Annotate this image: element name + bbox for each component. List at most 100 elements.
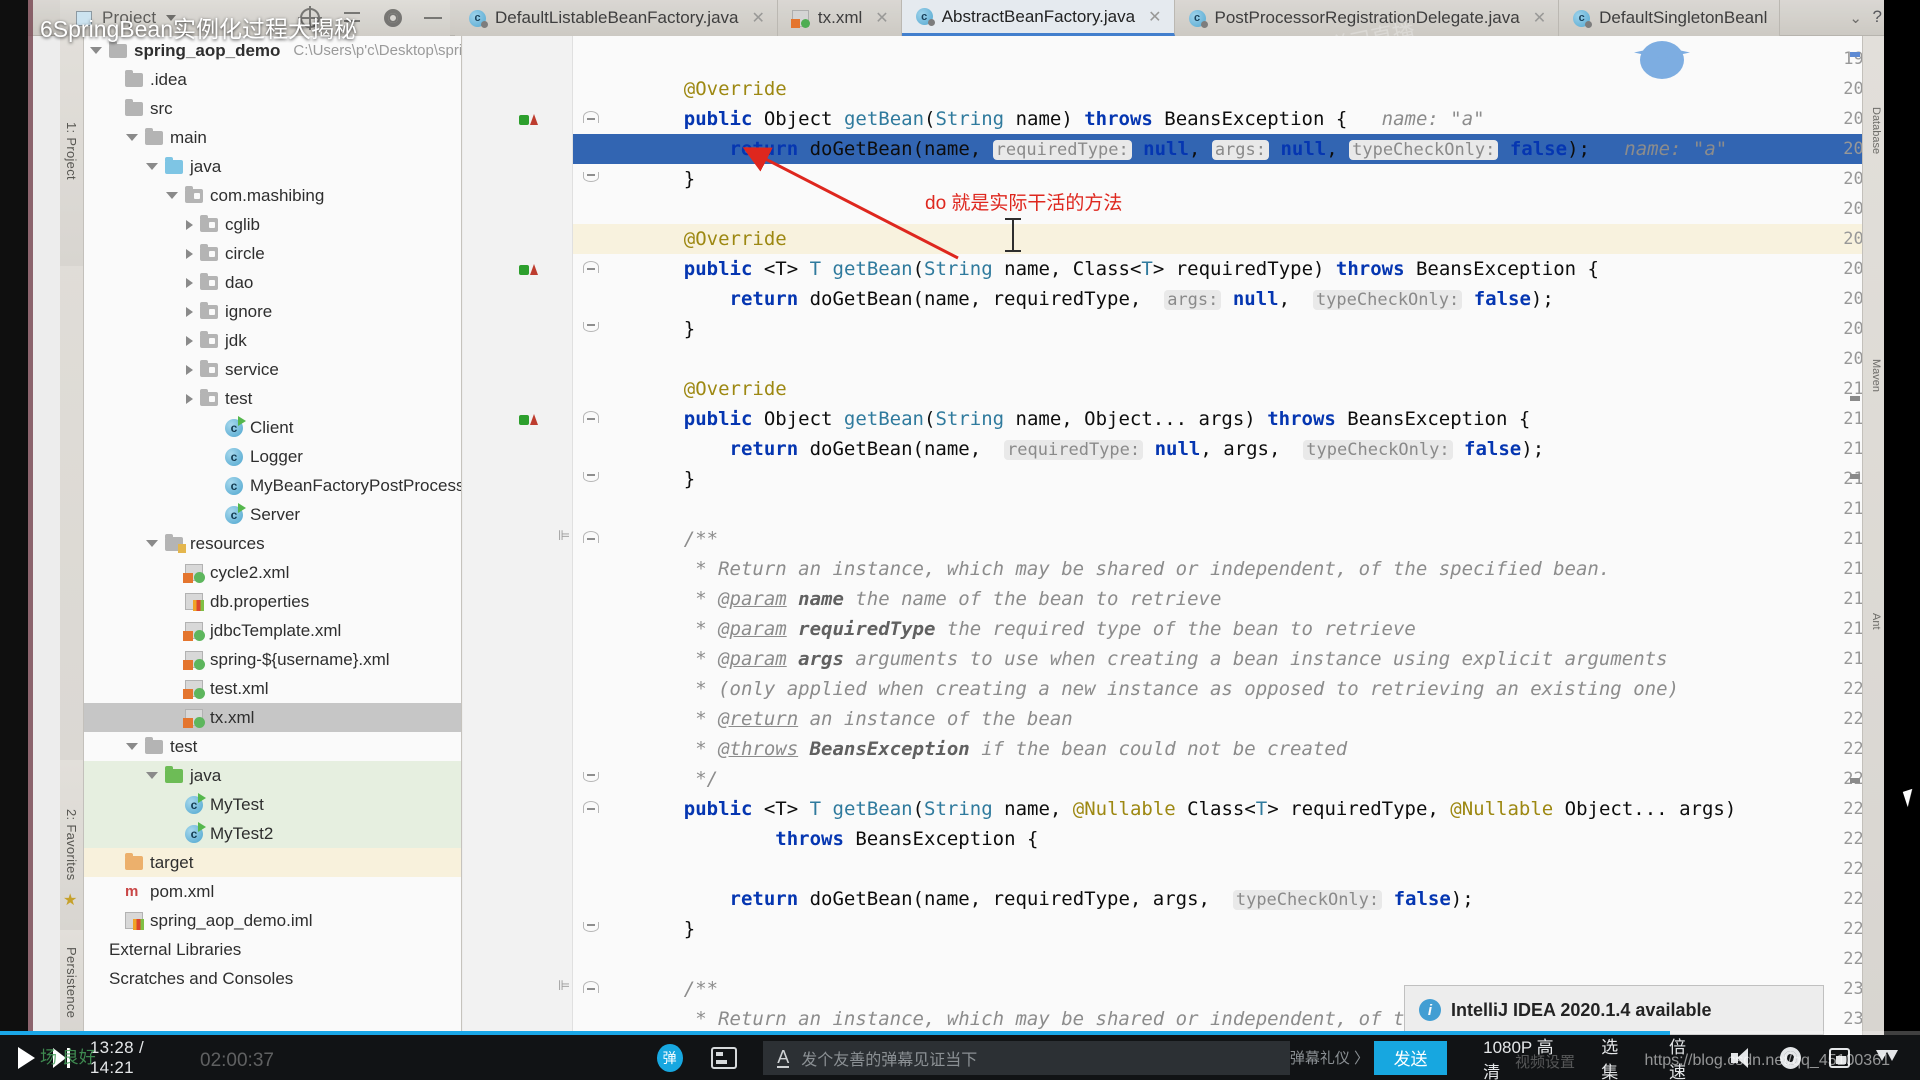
editor-fold-gutter[interactable] — [573, 36, 628, 1035]
project-tree[interactable]: spring_aop_demo C:\Users\p'c\Desktop\spri… — [84, 36, 462, 1035]
chevron-right-icon[interactable] — [186, 219, 193, 230]
code-line[interactable]: /** — [638, 524, 718, 554]
code-line[interactable]: public <T> T getBean(String name, @Nulla… — [638, 794, 1737, 824]
danmaku-settings-icon[interactable] — [710, 1046, 738, 1069]
tree-node-target[interactable]: target — [84, 848, 461, 877]
tree-node-ignore[interactable]: ignore — [84, 297, 461, 326]
tree-node-server[interactable]: c Server — [84, 500, 461, 529]
code-fold-icon[interactable] — [583, 111, 599, 123]
stripe-button-ant[interactable]: Ant — [1864, 596, 1882, 646]
breakpoint-icon[interactable] — [519, 264, 529, 275]
tree-node-external-libraries[interactable]: External Libraries — [84, 935, 461, 964]
tab-DefaultSingletonBean[interactable]: c DefaultSingletonBeanl — [1559, 0, 1781, 36]
tree-node-mytest2[interactable]: c MyTest2 — [84, 819, 461, 848]
stripe-button-maven[interactable]: Maven — [1864, 336, 1882, 416]
chevron-down-icon[interactable] — [146, 772, 158, 779]
gear-icon[interactable] — [384, 9, 402, 27]
tree-node-src[interactable]: src — [84, 94, 461, 123]
hide-toolwindow-icon[interactable] — [424, 17, 442, 19]
danmaku-input[interactable]: A 发个友善的弹幕见证当下 — [763, 1040, 1290, 1075]
tree-node-pom-xml[interactable]: m pom.xml — [84, 877, 461, 906]
chevron-down-icon[interactable] — [126, 134, 138, 141]
code-line[interactable]: * Return an instance, which may be share… — [638, 1004, 1416, 1034]
tree-node-test[interactable]: test — [84, 732, 461, 761]
chevron-down-icon[interactable] — [146, 163, 158, 170]
chevron-down-icon[interactable] — [90, 47, 102, 54]
tree-node-scratches-and-consoles[interactable]: Scratches and Consoles — [84, 964, 461, 993]
tree-node-com-mashibing[interactable]: com.mashibing — [84, 181, 461, 210]
code-line[interactable]: return doGetBean(name, requiredType: nul… — [638, 434, 1544, 464]
send-danmaku-button[interactable]: 发送 — [1374, 1040, 1448, 1075]
code-fold-icon[interactable] — [583, 801, 599, 813]
danmaku-etiquette-link[interactable]: 弹幕礼仪 〉 — [1290, 1047, 1369, 1068]
code-line[interactable]: return doGetBean(name, requiredType, arg… — [638, 284, 1554, 314]
tree-node-cycle2-xml[interactable]: cycle2.xml — [84, 558, 461, 587]
font-style-icon[interactable]: A — [777, 1048, 790, 1068]
tree-node--idea[interactable]: .idea — [84, 65, 461, 94]
tree-node-spring-username-xml[interactable]: spring-${username}.xml — [84, 645, 461, 674]
code-fold-icon[interactable] — [583, 472, 599, 482]
override-method-icon[interactable] — [530, 414, 538, 425]
chevron-down-icon[interactable] — [146, 540, 158, 547]
tree-node-service[interactable]: service — [84, 355, 461, 384]
tree-node-mytest[interactable]: c MyTest — [84, 790, 461, 819]
code-fold-icon[interactable] — [583, 261, 599, 273]
code-line[interactable]: return doGetBean(name, requiredType, arg… — [638, 884, 1474, 914]
breakpoint-icon[interactable] — [519, 414, 529, 425]
tab-overflow-chevron-icon[interactable]: ⌄ — [1849, 9, 1862, 27]
chevron-right-icon[interactable] — [186, 248, 193, 259]
tree-node-jdk[interactable]: jdk — [84, 326, 461, 355]
play-button[interactable] — [18, 1046, 35, 1069]
breakpoint-icon[interactable] — [519, 114, 529, 125]
stripe-button-project[interactable]: 1: Project — [60, 36, 84, 266]
code-line[interactable]: public Object getBean(String name, Objec… — [638, 404, 1531, 434]
chevron-right-icon[interactable] — [186, 393, 193, 404]
editor-gutter[interactable] — [463, 36, 573, 1035]
code-line[interactable]: public Object getBean(String name) throw… — [638, 104, 1485, 134]
tree-node-tx-xml[interactable]: tx.xml — [84, 703, 461, 732]
tree-node-db-properties[interactable]: db.properties — [84, 587, 461, 616]
code-line[interactable]: */ — [638, 764, 718, 794]
tree-node-cglib[interactable]: cglib — [84, 210, 461, 239]
code-line[interactable]: * @return an instance of the bean — [638, 704, 1073, 734]
code-line[interactable]: @Override — [638, 74, 787, 104]
chevron-right-icon[interactable] — [186, 306, 193, 317]
editor-scrollbar[interactable] — [1848, 36, 1860, 1035]
tree-node-java[interactable]: java — [84, 152, 461, 181]
override-method-icon[interactable] — [530, 264, 538, 275]
chevron-right-icon[interactable] — [186, 364, 193, 375]
episode-list-button[interactable]: 选集 — [1601, 1033, 1633, 1080]
chevron-right-icon[interactable] — [186, 335, 193, 346]
tree-node-mybeanfactorypostprocessor[interactable]: c MyBeanFactoryPostProcessor — [84, 471, 461, 500]
danmaku-toggle-icon[interactable]: 弹 — [656, 1043, 683, 1072]
code-fold-icon[interactable] — [583, 772, 599, 782]
tree-node-resources[interactable]: resources — [84, 529, 461, 558]
code-line[interactable]: throws BeansException { — [638, 824, 1038, 854]
tree-node-java[interactable]: java — [84, 761, 461, 790]
gutter-markers[interactable] — [519, 404, 547, 434]
code-fold-icon[interactable] — [583, 172, 599, 182]
code-line[interactable]: * @param requiredType the required type … — [638, 614, 1416, 644]
tab-tx-xml[interactable]: tx.xml ✕ — [777, 0, 902, 36]
stripe-button-database[interactable]: Database — [1864, 76, 1882, 186]
code-line[interactable]: * Return an instance, which may be share… — [638, 554, 1610, 584]
gutter-markers[interactable] — [519, 254, 547, 284]
code-line[interactable]: } — [638, 164, 695, 194]
tab-AbstractBeanFactory[interactable]: c AbstractBeanFactory.java ✕ — [901, 0, 1175, 36]
code-fold-icon[interactable] — [583, 922, 599, 932]
close-icon[interactable]: ✕ — [752, 8, 765, 28]
tab-DefaultListableBeanFactory[interactable]: c DefaultListableBeanFactory.java ✕ — [455, 0, 778, 36]
code-line[interactable]: @Override — [638, 374, 787, 404]
chevron-down-icon[interactable] — [126, 743, 138, 750]
tree-node-dao[interactable]: dao — [84, 268, 461, 297]
tree-node-jdbctemplate-xml[interactable]: jdbcTemplate.xml — [84, 616, 461, 645]
code-line[interactable]: * @throws BeansException if the bean cou… — [638, 734, 1347, 764]
code-fold-icon[interactable] — [583, 531, 599, 543]
tree-node-main[interactable]: main — [84, 123, 461, 152]
tree-node-circle[interactable]: circle — [84, 239, 461, 268]
close-icon[interactable]: ✕ — [875, 8, 888, 28]
gutter-markers[interactable] — [519, 104, 547, 134]
chevron-right-icon[interactable] — [186, 277, 193, 288]
close-icon[interactable]: ✕ — [1148, 7, 1161, 27]
code-line[interactable]: * @param args arguments to use when crea… — [638, 644, 1667, 674]
